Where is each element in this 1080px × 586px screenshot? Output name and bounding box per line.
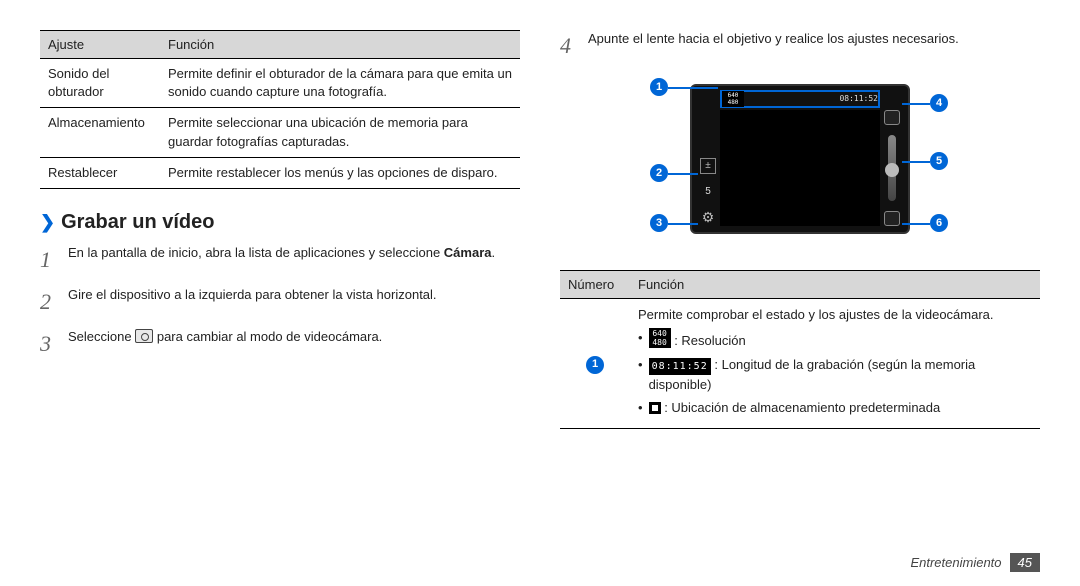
callout-lead [668,173,698,175]
step-text: En la pantalla de inicio, abra la lista … [68,245,444,260]
diagram-topbar: 640 480 08:11:52 [722,92,878,106]
footer-page-number: 45 [1010,553,1040,572]
callouts-header-numero: Número [560,270,630,298]
list-item: 4 Apunte el lente hacia el objetivo y re… [560,30,1040,62]
step-text: para cambiar al modo de videocámara. [157,329,382,344]
step-number: 4 [560,30,578,62]
settings-table: Ajuste Función Sonido del obturador Perm… [40,30,520,189]
callout-lead [902,161,930,163]
step-number: 3 [40,328,58,360]
list-item: 2 Gire el dispositivo a la izquierda par… [40,286,520,318]
callout-badge-1: 1 [586,356,604,374]
camera-icon [135,329,153,343]
setting-name: Sonido del obturador [40,59,160,108]
shutter-slider [888,135,896,201]
callout-lead [668,223,698,225]
phone-mockup: 640 480 08:11:52 ± 5 ⚙ [690,84,910,234]
callouts-table: Número Función 1 Permite comprobar el es… [560,270,1040,429]
step-bold-camara: Cámara [444,245,492,260]
exposure-icon: ± [700,158,716,174]
list-item: 3 Seleccione para cambiar al modo de vid… [40,328,520,360]
step-number: 1 [40,244,58,276]
callout-1: 1 [650,78,668,96]
right-column: 4 Apunte el lente hacia el objetivo y re… [560,30,1040,429]
table-row: 1 Permite comprobar el estado y los ajus… [560,298,1040,428]
setting-desc: Permite restablecer los menús y las opci… [160,157,520,188]
steps-list: 1 En la pantalla de inicio, abra la list… [40,244,520,360]
camcorder-diagram: 640 480 08:11:52 ± 5 ⚙ [560,74,1040,254]
list-item: 08:11:52 : Longitud de la grabación (seg… [638,355,1032,395]
chevron-right-icon: ❯ [40,212,55,233]
gear-icon: ⚙ [702,209,715,226]
gallery-icon [884,211,900,226]
steps-list-right: 4 Apunte el lente hacia el objetivo y re… [560,30,1040,62]
callout-6: 6 [930,214,948,232]
section-heading: ❯ Grabar un vídeo [40,211,520,234]
resolution-icon: 640 480 [722,91,744,107]
table-row: Almacenamiento Permite seleccionar una u… [40,108,520,157]
callout-2: 2 [650,164,668,182]
page-footer: Entretenimiento 45 [910,553,1040,572]
recording-time-icon: 08:11:52 [649,358,711,375]
step-text: . [491,245,495,260]
callout-lead [902,103,930,105]
diagram-right-controls [882,110,902,226]
bullet-text: : Resolución [674,333,746,348]
list-item: : Ubicación de almacenamiento predetermi… [638,398,1032,418]
table-row: Restablecer Permite restablecer los menú… [40,157,520,188]
step-number: 2 [40,286,58,318]
callout-lead [902,223,930,225]
list-item: 1 En la pantalla de inicio, abra la list… [40,244,520,276]
viewfinder [720,110,880,226]
callouts-header-funcion: Función [630,270,1040,298]
footer-section-label: Entretenimiento [910,555,1001,570]
storage-icon [649,402,661,414]
callout-desc: Permite comprobar el estado y los ajuste… [638,305,1032,325]
callout-lead [668,87,718,89]
recording-time-label: 08:11:52 [839,94,878,103]
section-title-text: Grabar un vídeo [61,211,214,234]
callout-4: 4 [930,94,948,112]
step-text: Gire el dispositivo a la izquierda para … [68,286,437,318]
callout-5: 5 [930,152,948,170]
list-item: 640 480 : Resolución [638,328,1032,351]
bullet-text: : Ubicación de almacenamiento predetermi… [664,400,940,415]
setting-desc: Permite seleccionar una ubicación de mem… [160,108,520,157]
callout-3: 3 [650,214,668,232]
settings-header-funcion: Función [160,31,520,59]
mode-toggle-icon [884,110,900,125]
setting-name: Restablecer [40,157,160,188]
resolution-icon: 640 480 [649,328,671,348]
table-row: Sonido del obturador Permite definir el … [40,59,520,108]
setting-desc: Permite definir el obturador de la cámar… [160,59,520,108]
step-text: Seleccione [68,329,135,344]
diagram-left-controls: ± 5 ⚙ [698,110,718,226]
left-column: Ajuste Función Sonido del obturador Perm… [40,30,520,429]
exposure-value: 5 [705,186,711,197]
step-text: Apunte el lente hacia el objetivo y real… [588,30,959,62]
setting-name: Almacenamiento [40,108,160,157]
settings-header-ajuste: Ajuste [40,31,160,59]
